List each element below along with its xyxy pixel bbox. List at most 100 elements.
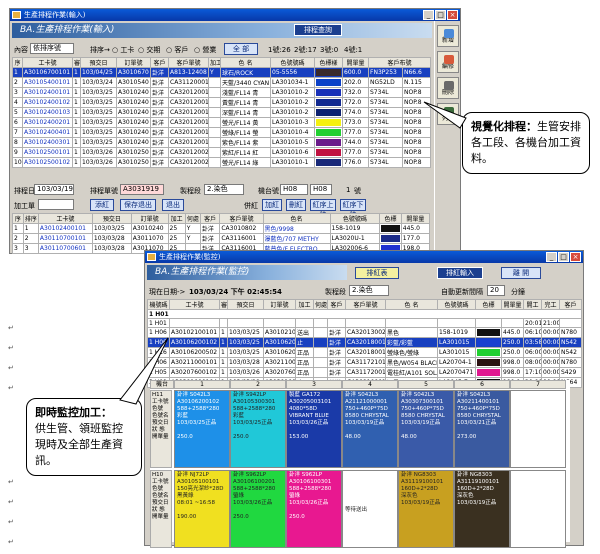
table-row[interactable]: 1 H06 A30106200102 1 103/03/25 A3010620 止卦洋 CA…: [147, 337, 582, 348]
machine-no-field[interactable]: H08: [310, 184, 332, 195]
order-radio-card[interactable]: ○ 工卡: [112, 45, 134, 55]
add-vat-button[interactable]: 添紅: [90, 199, 114, 211]
table-row[interactable]: 3 A30102400101 1 103/03/25 A3010240 卦洋 CA32012…: [12, 87, 432, 98]
add-button[interactable]: 加紅: [262, 199, 282, 211]
table-row[interactable]: 1 1 A30102400101 103/03/25 A3010240 25 Y 卦洋 CA30…: [12, 223, 431, 234]
col-header[interactable]: 客戶: [150, 57, 169, 68]
col-header[interactable]: 色號號碼: [270, 57, 315, 68]
leave-button[interactable]: 離 開: [501, 267, 541, 279]
board-row1-slot[interactable]: 卦洋 S042L3 A21121000001 750+460P*75D 8580 CH…: [342, 390, 398, 468]
table-row[interactable]: 2 A30105400101 1 103/03/24 A3010540 卦洋 CA31120…: [12, 77, 432, 88]
order-radio-sales[interactable]: ○ 營業: [194, 45, 216, 55]
order-no-field[interactable]: A3031919: [120, 184, 164, 195]
maximize-icon-2[interactable]: □: [558, 252, 569, 262]
board-row2-slot[interactable]: 等待送出: [342, 470, 398, 548]
sched-date-field[interactable]: 103/03/19: [34, 184, 74, 195]
col-header[interactable]: 排序: [22, 213, 39, 224]
stage-select-2[interactable]: 2.染色: [349, 285, 389, 296]
board-row1-slot[interactable]: 製藍 GA172 A30205003101 4080*58D VIBRANT BLUE…: [286, 390, 342, 468]
col-header[interactable]: 色標樣: [314, 57, 343, 68]
delete-side-button[interactable]: 刪除: [437, 77, 459, 99]
col-header[interactable]: 加工: [167, 213, 186, 224]
col-header[interactable]: 工卡號: [169, 299, 220, 310]
col-header[interactable]: 工卡號: [37, 213, 93, 224]
col-header[interactable]: 加工: [208, 57, 221, 68]
table-row[interactable]: 7 A30102400401 1 103/03/25 A3010240 卦洋 CA32012…: [12, 127, 432, 138]
close-icon-2[interactable]: ×: [570, 252, 581, 262]
col-header[interactable]: 預交日: [91, 213, 132, 224]
move-down-button[interactable]: 紅序下移: [340, 199, 366, 219]
col-header[interactable]: 開工: [523, 299, 542, 310]
col-header[interactable]: 色標: [379, 213, 402, 224]
col-header[interactable]: 客戶單號: [168, 57, 209, 68]
table-row[interactable]: 5 A30102400103 1 103/03/25 A3010240 卦洋 CA32012…: [12, 107, 432, 118]
col-header[interactable]: 色 名: [220, 57, 271, 68]
close-icon[interactable]: ×: [447, 10, 458, 20]
board-row1-slot[interactable]: [510, 390, 566, 468]
col-header[interactable]: 訂單號: [130, 213, 169, 224]
new-button[interactable]: 新增: [437, 25, 459, 47]
schedule-input-button[interactable]: 排紅輸入: [437, 267, 483, 279]
col-header[interactable]: 色標: [475, 299, 502, 310]
col-header[interactable]: 何處: [313, 299, 328, 310]
col-header[interactable]: 客戶單號: [219, 213, 264, 224]
col-header[interactable]: 審: [72, 57, 81, 68]
col-header[interactable]: 客戶: [327, 299, 346, 310]
table-row[interactable]: 9 A30102500101 1 103/03/26 A3010250 卦洋 CA32012…: [12, 147, 432, 158]
col-header[interactable]: 客戶布號: [367, 57, 432, 68]
col-header[interactable]: 序: [12, 213, 24, 224]
col-header[interactable]: 訂單號: [116, 57, 151, 68]
all-button[interactable]: 全 部: [224, 43, 258, 55]
table-row[interactable]: 4 A30102400102 1 103/03/25 A3010240 卦洋 CA32012…: [12, 97, 432, 108]
col-header[interactable]: 預交日: [227, 299, 264, 310]
minimize-icon[interactable]: _: [423, 10, 434, 20]
refresh-field[interactable]: 20: [487, 285, 505, 296]
col-header[interactable]: 色號號碼: [437, 299, 476, 310]
table-row[interactable]: 6 A30102400201 1 103/03/25 A3010240 卦洋 CA32012…: [12, 117, 432, 128]
machine-field[interactable]: H08: [280, 184, 308, 195]
col-header[interactable]: 預交日: [80, 57, 117, 68]
table-row[interactable]: 2 2 A30110700101 103/03/28 A3011070 25 Y 卦洋 CA31…: [12, 233, 431, 244]
board-row1-slot[interactable]: 卦洋 S942LP A30105300301 588+2588*280 彩藍 103/0…: [230, 390, 286, 468]
col-header[interactable]: 客戶單號: [345, 299, 386, 310]
col-header[interactable]: 色號號碼: [329, 213, 381, 224]
col-header[interactable]: 序: [12, 57, 23, 68]
table-row[interactable]: 2 H05 A30207600102 1 103/03/26 A3020760 正品 卦洋 C…: [147, 367, 582, 378]
board-row1-slot[interactable]: 卦洋 S042L3 A30307300101 750+460P*75D 8580 CH…: [398, 390, 454, 468]
board-row2-slot[interactable]: 卦洋 S962LP A30106100301 588+2588*280 螢綠 103/0…: [286, 470, 342, 548]
board-row1-slot[interactable]: 卦洋 S042L3 A30106200102 588+2588*280 彩藍 103/0…: [174, 390, 230, 468]
order-radio-date[interactable]: ○ 交期: [138, 45, 160, 55]
col-header[interactable]: 工卡號: [22, 57, 73, 68]
minimize-icon-2[interactable]: _: [546, 252, 557, 262]
delete-button[interactable]: 刪紅: [286, 199, 306, 211]
table-row[interactable]: 8 A30102400301 1 103/03/25 A3010240 卦洋 CA32012…: [12, 137, 432, 148]
table-row[interactable]: 1 H16A301062005021103/03/25A3010620正品卦洋C…: [147, 347, 582, 358]
col-header[interactable]: 客戶: [199, 213, 221, 224]
table-row[interactable]: 10 A30102500102 1 103/03/26 A3010250 卦洋 CA3201…: [12, 157, 432, 168]
board-row2-slot[interactable]: [510, 470, 566, 548]
col-header[interactable]: 訂單號: [263, 299, 296, 310]
schedule-table-button[interactable]: 排紅表: [355, 267, 399, 279]
col-header[interactable]: 完工: [541, 299, 560, 310]
board-row2-slot[interactable]: 卦洋 S962LP A30106100201 588+2588*280 螢綠 103/0…: [230, 470, 286, 548]
col-header[interactable]: 色 名: [385, 299, 438, 310]
col-header[interactable]: 客戶: [559, 299, 582, 310]
table-row[interactable]: 1 H06 A30211000101 1 103/03/28 A3021100 正品 卦洋 C…: [147, 357, 582, 368]
col-header[interactable]: 加工: [295, 299, 314, 310]
move-up-button[interactable]: 紅序上移: [310, 199, 336, 219]
order-radio-customer[interactable]: ○ 客戶: [166, 45, 188, 55]
col-header[interactable]: 何處: [184, 213, 201, 224]
board-row2-slot[interactable]: 卦洋 NJ72LP A30105100101 150亮光潔紗*28D 黑黃綠 08:01…: [174, 470, 230, 548]
table-row[interactable]: 1 A30106700101 1 103/04/25 A3010670 卦洋 A813-12…: [12, 67, 432, 78]
board-row2-slot[interactable]: 卦洋 NG8303 A31119100101 160D+2*28D 深灰色 103/03…: [398, 470, 454, 548]
unit-field[interactable]: [38, 199, 74, 210]
edit-button[interactable]: 編修: [437, 51, 459, 73]
col-header[interactable]: 審: [219, 299, 228, 310]
exit-button[interactable]: 退出: [162, 199, 184, 211]
col-header[interactable]: 開單量: [400, 213, 431, 224]
col-header[interactable]: 機號碼: [147, 299, 170, 310]
col-header[interactable]: 開單量: [501, 299, 524, 310]
maximize-icon[interactable]: □: [435, 10, 446, 20]
col-header[interactable]: 色名: [262, 213, 331, 224]
stage-select[interactable]: 2.染色: [204, 184, 244, 195]
